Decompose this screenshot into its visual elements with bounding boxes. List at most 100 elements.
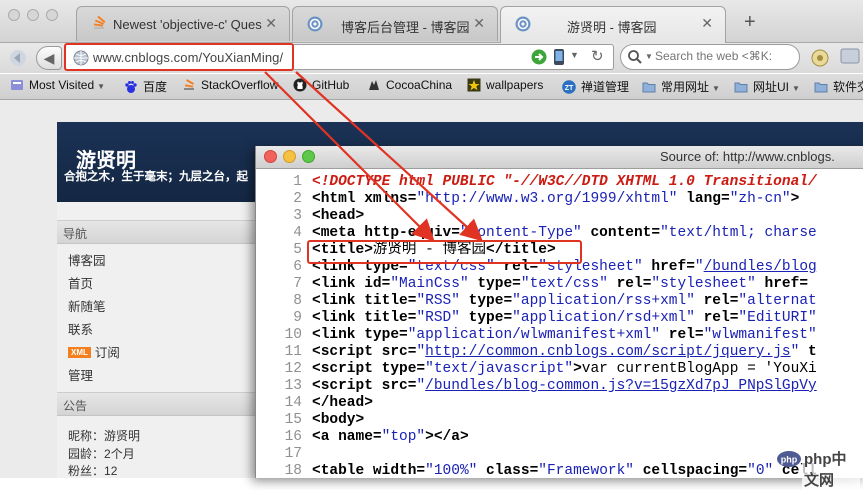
code-attr: lang= <box>677 191 730 207</box>
close-tab-icon[interactable]: ✕ <box>701 15 713 32</box>
source-line: 17 <box>256 446 863 463</box>
nav-link-subscribe[interactable]: XML 订阅 <box>68 342 120 361</box>
line-number: 6 <box>293 259 302 275</box>
bookmark-folder-ui[interactable]: 网址UI ▼ <box>734 78 800 95</box>
zoom-window-button[interactable] <box>302 150 315 163</box>
line-number: 4 <box>293 225 302 241</box>
nav-link-home[interactable]: 首页 <box>68 273 93 292</box>
code-val: "application/rss+xml" <box>512 293 695 309</box>
line-number: 2 <box>293 191 302 207</box>
source-line: 18 <table width="100%" class="Framework" … <box>256 463 863 480</box>
line-content: <script type="text/javascript">var curre… <box>312 361 817 378</box>
minimize-window-button[interactable] <box>283 150 296 163</box>
line-number: 3 <box>293 208 302 224</box>
code-val: "Content-Type" <box>459 225 582 241</box>
line-content: <head> <box>312 208 364 225</box>
code-val: "wlwmanifest" <box>703 327 817 343</box>
folder-icon <box>734 82 748 93</box>
mobile-device-icon[interactable] <box>553 48 565 66</box>
tab-stackoverflow[interactable]: Newest 'objective-c' Ques ✕ <box>76 6 290 41</box>
reload-icon[interactable]: ↻ <box>591 47 604 65</box>
close-tab-icon[interactable]: ✕ <box>265 15 277 32</box>
tab-blog-home[interactable]: 游贤明 - 博客园 ✕ <box>500 6 726 43</box>
code-attr: src= <box>381 344 417 360</box>
chevron-down-icon: ▼ <box>97 82 106 91</box>
code-val: "alternat <box>738 293 817 309</box>
info-value[interactable]: 游贤明 <box>104 429 140 443</box>
code-text: var currentBlogApp = 'YouXi <box>581 361 817 377</box>
code-attr: type= <box>459 293 513 309</box>
bookmark-folder-common[interactable]: 常用网址 ▼ <box>642 78 720 95</box>
tab-strip: Newest 'objective-c' Ques ✕ 博客后台管理 - 博客园… <box>0 0 863 43</box>
code-link[interactable]: /bundles/blog <box>704 259 817 275</box>
source-line: 16 <a name="top"></a> <box>256 429 863 446</box>
bookmark-baidu[interactable]: 百度 <box>124 78 167 95</box>
code-attr: xmlns= <box>364 191 417 207</box>
code-tag: <meta <box>312 225 365 241</box>
source-line: 8 <link title="RSS" type="application/rss… <box>256 293 863 310</box>
line-number: 9 <box>293 310 302 326</box>
close-window-button[interactable] <box>8 9 20 21</box>
line-content: <link title="RSS" type="application/rss+… <box>312 293 817 310</box>
code-val: "EditURI" <box>738 310 817 326</box>
code-val: "Framework" <box>538 463 634 479</box>
search-input[interactable] <box>655 49 795 63</box>
bookmark-folder-software[interactable]: 软件交 <box>814 78 863 95</box>
dropdown-caret-icon[interactable]: ▼ <box>570 50 579 60</box>
line-number: 17 <box>284 446 302 462</box>
code-val: " <box>694 259 704 275</box>
line-content: <body> <box>312 412 364 429</box>
close-window-button[interactable] <box>264 150 277 163</box>
bookmark-wallpapers[interactable]: wallpapers <box>467 78 543 95</box>
bookmark-zentao[interactable]: ZT 禅道管理 <box>562 78 629 95</box>
code-attr: class= <box>477 463 539 479</box>
search-bar[interactable]: ▼ <box>620 44 800 70</box>
code-val: " <box>416 378 426 394</box>
code-attr: type= <box>459 310 513 326</box>
chevron-down-icon: ▼ <box>792 84 800 93</box>
code-link[interactable]: http://common.cnblogs.com/script/jquery.… <box>425 344 790 360</box>
code-attr: t <box>799 344 817 360</box>
bookmark-most-visited[interactable]: Most Visited ▼ <box>10 78 105 95</box>
nav-link-new-post[interactable]: 新随笔 <box>68 296 106 315</box>
nav-link-contact[interactable]: 联系 <box>68 319 93 338</box>
line-number: 13 <box>284 378 302 394</box>
bookmark-label: wallpapers <box>486 78 544 92</box>
code-link[interactable]: /bundles/blog-common.js?v=15gzXd7pJ_PNpS… <box>425 378 817 394</box>
back-button[interactable]: ◀ <box>36 46 62 70</box>
code-val: "100%" <box>425 463 478 479</box>
extension-icon[interactable] <box>840 47 860 65</box>
zoom-window-button[interactable] <box>46 9 58 21</box>
line-content: <html xmlns="http://www.w3.org/1999/xhtm… <box>312 191 799 208</box>
code-val: "text/html; charse <box>660 225 817 241</box>
wallpapers-icon <box>467 78 481 92</box>
bookmark-cocoachina[interactable]: CocoaChina <box>367 78 452 95</box>
nav-link-manage[interactable]: 管理 <box>68 365 93 384</box>
code-val: "text/css" <box>520 276 608 292</box>
go-icon[interactable] <box>531 49 547 65</box>
bookmark-label: Most Visited <box>29 78 95 92</box>
nav-heading: 导航 <box>57 220 255 244</box>
bookmark-github[interactable]: GitHub <box>293 78 349 95</box>
code-val: " <box>416 344 426 360</box>
new-tab-button[interactable]: + <box>744 12 756 32</box>
code-tag: <link <box>312 276 365 292</box>
code-attr: id= <box>364 276 391 292</box>
minimize-window-button[interactable] <box>27 9 39 21</box>
source-window-title: Source of: http://www.cnblogs. <box>660 149 835 164</box>
tab-blog-admin[interactable]: 博客后台管理 - 博客园 ✕ <box>292 6 498 41</box>
info-value[interactable]: 12 <box>104 464 117 478</box>
title-tag-highlight-box <box>307 240 582 264</box>
code-tag: > <box>573 361 582 377</box>
line-number: 18 <box>284 463 302 479</box>
code-attr: width= <box>372 463 426 479</box>
nav-link-cnblogs[interactable]: 博客园 <box>68 250 106 269</box>
php-cn-watermark: php php中文网 <box>776 444 860 490</box>
search-engine-caret-icon[interactable]: ▼ <box>645 52 653 61</box>
code-attr: http-equiv= <box>364 225 460 241</box>
code-tag: <table <box>312 463 373 479</box>
line-number: 14 <box>284 395 302 411</box>
close-tab-icon[interactable]: ✕ <box>473 15 485 32</box>
addon-icon[interactable] <box>810 48 830 68</box>
bookmark-stackoverflow[interactable]: StackOverflow <box>182 78 278 95</box>
